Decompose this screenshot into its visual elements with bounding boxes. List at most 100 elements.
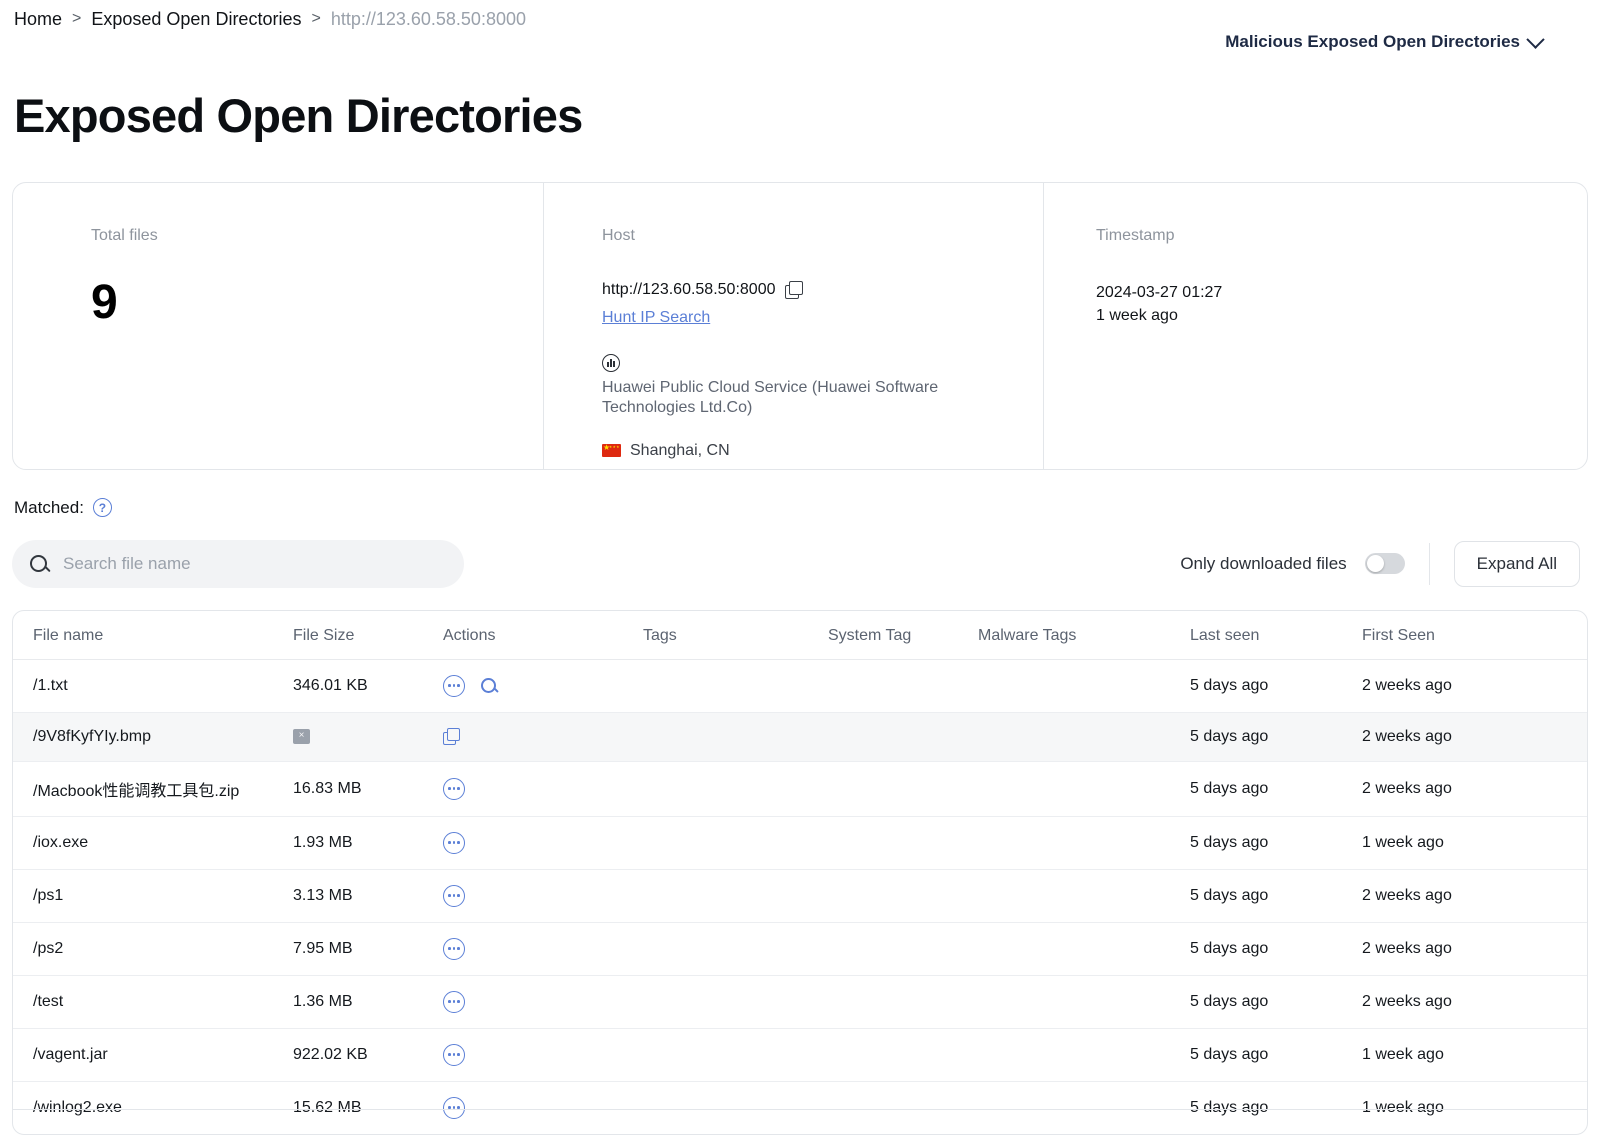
- more-icon[interactable]: [443, 937, 465, 960]
- dropdown-label: Malicious Exposed Open Directories: [1225, 32, 1520, 51]
- cell-actions: [443, 712, 643, 762]
- cell-first-seen: 2 weeks ago: [1362, 761, 1587, 817]
- cell-system-tag: [828, 869, 978, 923]
- cell-last-seen: 5 days ago: [1190, 1098, 1269, 1116]
- cell-actions: [443, 1028, 643, 1082]
- table-row[interactable]: /winlog2.exe 15.62 MB 5 days ago 1 week ago: [13, 1081, 1587, 1134]
- matched-label: Matched:: [14, 497, 84, 517]
- cell-first-seen: 2 weeks ago: [1362, 712, 1587, 762]
- cell-first-seen: 1 week ago: [1362, 1098, 1444, 1116]
- files-table-head: File name File Size Actions Tags System …: [13, 610, 1587, 660]
- table-row[interactable]: /9V8fKyfYIy.bmp 5 days ago2 weeks ago: [13, 712, 1587, 762]
- timestamp-value: 2024-03-27 01:27: [1096, 283, 1223, 301]
- column-header-first-seen[interactable]: First Seen: [1362, 610, 1587, 660]
- breadcrumb-item-exposed-open-directories[interactable]: Exposed Open Directories: [91, 6, 301, 32]
- cell-file-name[interactable]: /ps1: [13, 869, 293, 923]
- cell-first-seen: 1 week ago: [1362, 816, 1587, 870]
- cell-system-tag: [828, 659, 978, 713]
- geo-location-row: Shanghai, CN: [602, 441, 1043, 460]
- more-icon[interactable]: [443, 990, 465, 1013]
- copy-icon[interactable]: [443, 728, 460, 746]
- cell-tags: [643, 1081, 828, 1134]
- table-row[interactable]: /test 1.36 MB 5 days ago 2 weeks ago: [13, 975, 1587, 1029]
- column-header-file-size[interactable]: File Size: [293, 610, 443, 660]
- table-row[interactable]: /vagent.jar 922.02 KB 5 days ago 1 week ago: [13, 1028, 1587, 1082]
- cell-malware-tags: [978, 816, 1190, 870]
- cell-file-name[interactable]: /iox.exe: [13, 816, 293, 870]
- breadcrumb-item-home[interactable]: Home: [14, 6, 62, 32]
- cell-last-seen: 5 days ago: [1190, 975, 1362, 1029]
- cell-actions: [443, 975, 643, 1029]
- host-value: http://123.60.58.50:8000: [602, 280, 776, 298]
- only-downloaded-files-toggle[interactable]: [1364, 553, 1405, 575]
- column-header-file-name[interactable]: File name: [13, 610, 293, 660]
- cell-last-seen: 5 days ago: [1190, 816, 1362, 870]
- files-table-wrapper: File name File Size Actions Tags System …: [12, 609, 1588, 1135]
- geo-location: Shanghai, CN: [630, 441, 730, 459]
- more-icon[interactable]: [443, 1096, 465, 1119]
- more-icon[interactable]: [443, 777, 465, 800]
- cell-last-seen: 5 days ago: [1190, 922, 1362, 976]
- table-row[interactable]: /1.txt 346.01 KB 5 days ago 2 weeks ago: [13, 659, 1587, 713]
- search-input[interactable]: [61, 552, 446, 575]
- expand-all-button[interactable]: Expand All: [1453, 540, 1580, 587]
- search-icon[interactable]: [481, 678, 496, 694]
- cell-file-name[interactable]: /1.txt: [13, 659, 293, 713]
- flag-cn-icon: [602, 441, 621, 458]
- footer-divider: [12, 1109, 1588, 1110]
- top-bar: Home > Exposed Open Directories > http:/…: [12, 0, 1588, 52]
- more-icon[interactable]: [443, 831, 465, 854]
- cell-last-seen: 5 days ago: [1190, 712, 1362, 762]
- cell-file-size: 7.95 MB: [293, 922, 443, 976]
- host-label: Host: [602, 226, 635, 244]
- cell-file-size: 922.02 KB: [293, 1028, 443, 1082]
- more-icon[interactable]: [443, 674, 465, 697]
- cell-file-size: 1.36 MB: [293, 975, 443, 1029]
- summary-timestamp: Timestamp 2024-03-27 01:27 1 week ago: [1043, 182, 1587, 469]
- matched-row: Matched: ?: [14, 498, 1588, 518]
- cell-file-size: 15.62 MB: [293, 1098, 362, 1116]
- help-icon[interactable]: ?: [92, 498, 112, 518]
- cell-system-tag: [828, 816, 978, 870]
- cell-tags: [643, 869, 828, 923]
- cell-first-seen: 2 weeks ago: [1362, 975, 1587, 1029]
- cell-file-size: 346.01 KB: [293, 659, 443, 713]
- copy-icon[interactable]: [785, 281, 804, 300]
- host-value-row: http://123.60.58.50:8000: [602, 280, 1043, 300]
- column-header-last-seen[interactable]: Last seen: [1190, 610, 1362, 660]
- search-box[interactable]: [12, 539, 464, 588]
- table-row[interactable]: /ps2 7.95 MB 5 days ago 2 weeks ago: [13, 922, 1587, 976]
- cell-file-name[interactable]: /9V8fKyfYIy.bmp: [13, 712, 293, 762]
- cell-last-seen: 5 days ago: [1190, 659, 1362, 713]
- search-icon: [30, 555, 47, 573]
- cell-file-size: 3.13 MB: [293, 869, 443, 923]
- cell-first-seen: 2 weeks ago: [1362, 869, 1587, 923]
- malicious-exposed-open-directories-dropdown[interactable]: Malicious Exposed Open Directories: [1225, 29, 1588, 52]
- table-row[interactable]: /ps1 3.13 MB 5 days ago 2 weeks ago: [13, 869, 1587, 923]
- cell-file-name[interactable]: /vagent.jar: [13, 1028, 293, 1082]
- table-row[interactable]: /Macbook性能调教工具包.zip 16.83 MB 5 days ago 2 w…: [13, 761, 1587, 817]
- table-header-row: File name File Size Actions Tags System …: [13, 610, 1587, 660]
- cell-file-name[interactable]: /Macbook性能调教工具包.zip: [13, 761, 293, 817]
- summary-total-files: Total files 9: [13, 183, 543, 469]
- hunt-ip-search-link[interactable]: Hunt IP Search: [602, 309, 710, 327]
- cell-file-size: 1.93 MB: [293, 816, 443, 870]
- cell-malware-tags: [978, 1028, 1190, 1082]
- cell-malware-tags: [978, 659, 1190, 713]
- table-row[interactable]: /iox.exe 1.93 MB 5 days ago 1 week ago: [13, 816, 1587, 870]
- table-controls: Only downloaded files Expand All: [12, 539, 1588, 588]
- cell-system-tag: [828, 712, 978, 762]
- broken-image-icon: [293, 728, 310, 744]
- more-icon[interactable]: [443, 884, 465, 907]
- cell-actions: [443, 922, 643, 976]
- cell-system-tag: [828, 1081, 978, 1134]
- cell-actions: [443, 761, 643, 817]
- cell-actions: [443, 659, 643, 713]
- cell-file-name[interactable]: /test: [13, 975, 293, 1029]
- cell-system-tag: [828, 975, 978, 1029]
- cell-file-name[interactable]: /winlog2.exe: [13, 1081, 293, 1134]
- more-icon[interactable]: [443, 1043, 465, 1066]
- cell-actions: [443, 1081, 643, 1134]
- cell-tags: [643, 712, 828, 762]
- cell-file-name[interactable]: /ps2: [13, 922, 293, 976]
